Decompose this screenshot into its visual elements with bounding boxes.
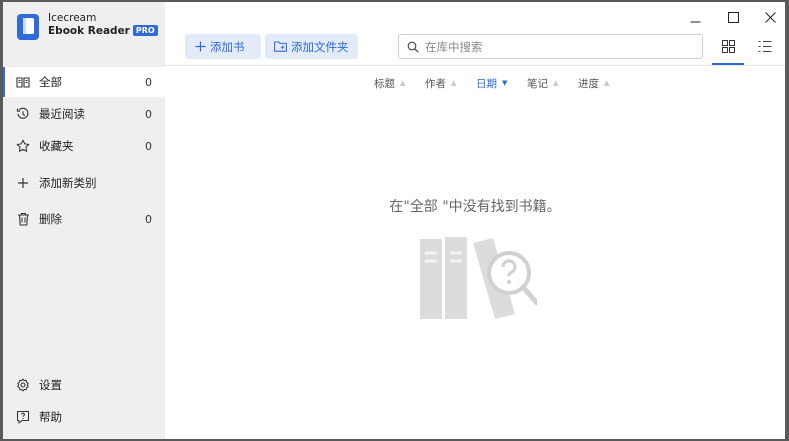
- app-brand: Icecream Ebook Reader PRO: [48, 12, 158, 38]
- sort-progress[interactable]: 进度 ▲: [578, 75, 609, 91]
- sidebar: Icecream Ebook Reader PRO 全部 0 最近阅读 0 收藏夹…: [3, 2, 165, 439]
- sort-arrow-icon: ▲: [553, 79, 559, 87]
- sort-label: 标题: [374, 77, 395, 90]
- history-icon: [15, 106, 31, 122]
- app-window: Icecream Ebook Reader PRO 全部 0 最近阅读 0 收藏夹…: [3, 2, 785, 439]
- star-icon: [15, 138, 31, 154]
- sidebar-item-count: 0: [145, 212, 152, 226]
- sort-label: 笔记: [527, 77, 548, 90]
- sidebar-item-label: 设置: [39, 378, 62, 392]
- sidebar-item-add-category[interactable]: 添加新类别: [3, 168, 165, 198]
- sidebar-item-label: 最近阅读: [39, 107, 85, 121]
- sidebar-item-all[interactable]: 全部 0: [3, 67, 165, 97]
- app-name-line2: Ebook Reader: [48, 25, 130, 37]
- empty-library-icon: [420, 237, 537, 319]
- search-box[interactable]: [398, 34, 703, 59]
- grid-view-button[interactable]: [718, 36, 738, 56]
- sidebar-item-label: 全部: [39, 75, 62, 89]
- search-input[interactable]: [423, 38, 697, 55]
- sidebar-item-label: 添加新类别: [39, 176, 97, 190]
- sidebar-item-settings[interactable]: 设置: [3, 370, 165, 400]
- sidebar-item-count: 0: [145, 75, 152, 89]
- plus-icon: [195, 41, 206, 52]
- add-book-label: 添加书: [210, 39, 245, 54]
- sidebar-item-trash[interactable]: 删除 0: [3, 204, 165, 234]
- search-icon: [407, 41, 419, 53]
- sidebar-item-count: 0: [145, 107, 152, 121]
- empty-message: 在"全部 "中没有找到书籍。: [389, 199, 561, 215]
- sort-date[interactable]: 日期 ▼: [476, 75, 507, 91]
- sort-label: 作者: [425, 77, 446, 90]
- maximize-button[interactable]: [722, 6, 744, 28]
- sidebar-item-label: 收藏夹: [39, 139, 74, 153]
- sort-arrow-icon: ▲: [400, 79, 406, 87]
- sort-arrow-icon: ▲: [604, 79, 610, 87]
- sidebar-item-count: 0: [145, 139, 152, 153]
- book-open-icon: [15, 74, 31, 90]
- pro-badge: PRO: [132, 25, 158, 36]
- sort-notes[interactable]: 笔记 ▲: [527, 75, 558, 91]
- grid-view-icon: [721, 39, 735, 53]
- add-book-button[interactable]: 添加书: [185, 34, 261, 59]
- app-name-line1: Icecream: [48, 12, 97, 24]
- sidebar-item-label: 帮助: [39, 410, 62, 424]
- help-icon: [15, 409, 31, 425]
- sort-label: 进度: [578, 77, 599, 90]
- minimize-icon: [690, 21, 700, 22]
- sort-title[interactable]: 标题 ▲: [374, 75, 405, 91]
- sidebar-item-favorites[interactable]: 收藏夹 0: [3, 131, 165, 161]
- sort-arrow-icon: ▼: [502, 79, 508, 87]
- folder-add-icon: [274, 41, 287, 52]
- toolbar-divider: [165, 65, 785, 66]
- close-icon: [764, 11, 776, 23]
- sidebar-item-label: 删除: [39, 212, 62, 226]
- maximize-icon: [727, 11, 739, 23]
- gear-icon: [15, 377, 31, 393]
- list-view-button[interactable]: [755, 36, 775, 56]
- add-folder-button[interactable]: 添加文件夹: [265, 34, 358, 59]
- sidebar-item-help[interactable]: 帮助: [3, 402, 165, 432]
- close-button[interactable]: [759, 6, 781, 28]
- sidebar-item-recent[interactable]: 最近阅读 0: [3, 99, 165, 129]
- add-folder-label: 添加文件夹: [291, 39, 349, 54]
- minimize-button[interactable]: [684, 6, 706, 28]
- trash-icon: [15, 211, 31, 227]
- list-view-icon: [758, 40, 772, 52]
- app-logo: [17, 14, 39, 40]
- sort-arrow-icon: ▲: [451, 79, 457, 87]
- sort-label: 日期: [476, 77, 497, 90]
- plus-icon: [15, 175, 31, 191]
- sort-author[interactable]: 作者 ▲: [425, 75, 456, 91]
